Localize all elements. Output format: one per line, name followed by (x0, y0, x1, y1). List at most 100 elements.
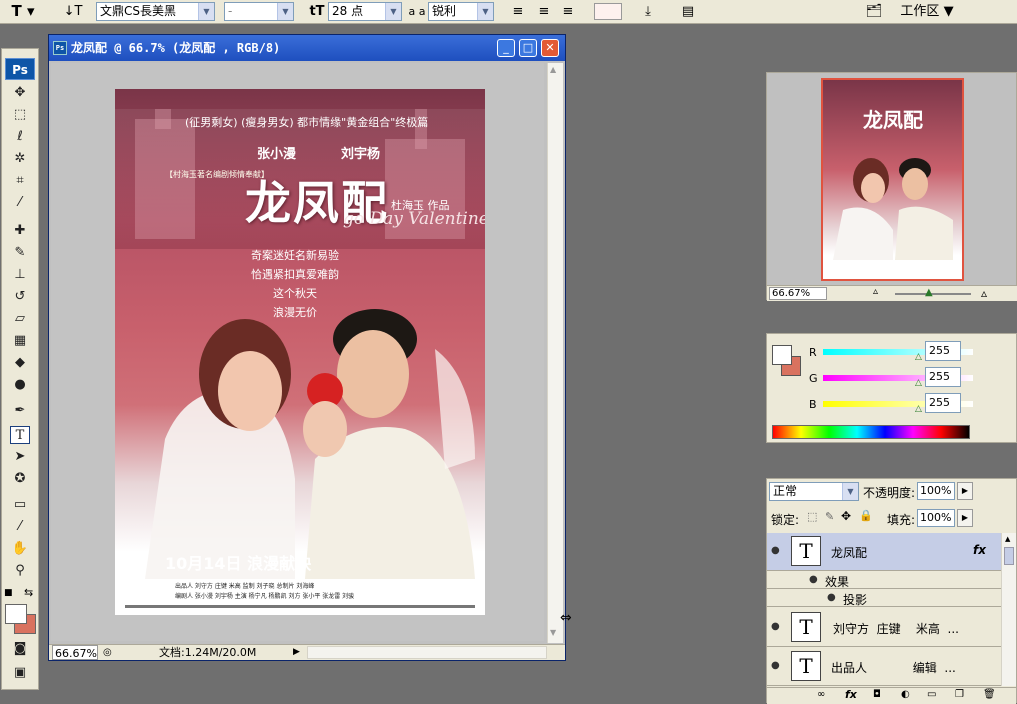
lock-pixels-icon[interactable]: ✎ (825, 510, 834, 523)
poster-canvas[interactable]: (征男剩女) (瘦身男女) 都市情缘"黄金组合"终极篇 张小漫 刘宇杨 【村海玉… (115, 89, 485, 615)
palettes-icon[interactable]: ▤ (678, 2, 698, 21)
visibility-eye-icon[interactable]: ● (771, 545, 780, 556)
minimize-button[interactable]: _ (497, 39, 515, 57)
opacity-arrow-icon[interactable]: ▶ (957, 482, 973, 500)
layer-effects-icon[interactable]: fx (973, 543, 986, 557)
add-mask-icon[interactable]: ◘ (873, 689, 881, 700)
zoom-slider-thumb[interactable]: ▲ (925, 287, 933, 298)
foreground-color-swatch[interactable] (5, 604, 27, 624)
magic-wand-tool-icon[interactable]: ✲ (10, 150, 30, 168)
blur-tool-icon[interactable]: ◆ (10, 354, 30, 372)
font-family-select[interactable]: 文鼎CS長美黑 ▼ (96, 2, 215, 21)
status-arrow-icon[interactable]: ▶ (293, 645, 300, 660)
layers-scrollbar[interactable]: ▲ (1001, 533, 1016, 686)
align-right-icon[interactable]: ≡ (558, 2, 578, 21)
font-style-select[interactable]: - ▼ (224, 2, 294, 21)
lasso-tool-icon[interactable]: ℓ (10, 128, 30, 146)
document-title-bar[interactable]: Ps 龙凤配 @ 66.7% (龙凤配 , RGB/8) (49, 35, 565, 61)
crop-tool-icon[interactable]: ⌗ (10, 172, 30, 190)
scroll-down-icon[interactable]: ▼ (550, 628, 556, 637)
text-color-swatch[interactable] (594, 3, 622, 20)
zoom-in-icon[interactable]: ▵ (981, 286, 987, 300)
warp-text-icon[interactable]: ⤓ (638, 2, 658, 21)
delete-layer-icon[interactable]: 🗑 (983, 689, 996, 700)
close-button[interactable]: ✕ (541, 39, 559, 57)
r-slider-thumb[interactable]: △ (915, 352, 922, 362)
layer-row[interactable]: ● T 刘守方 庄键 米高 ... (767, 609, 1001, 647)
font-size-select[interactable]: 28 点 ▼ (328, 2, 402, 21)
fill-input[interactable]: 100% (917, 509, 955, 527)
align-left-icon[interactable]: ≡ (508, 2, 528, 21)
align-center-icon[interactable]: ≡ (534, 2, 554, 21)
visibility-eye-icon[interactable]: ● (771, 621, 780, 632)
visibility-eye-icon[interactable]: ● (827, 592, 836, 603)
visibility-eye-icon[interactable]: ● (771, 660, 780, 671)
ps-logo[interactable]: Ps (5, 58, 35, 80)
blend-mode-select[interactable]: 正常 ▼ (769, 482, 859, 501)
text-orientation-icon[interactable]: ↓T (62, 2, 84, 21)
visibility-eye-icon[interactable]: ● (809, 574, 818, 585)
opacity-input[interactable]: 100% (917, 482, 955, 500)
quick-mask-icon[interactable]: ◙ (10, 640, 30, 658)
slice-tool-icon[interactable]: ⁄ (10, 194, 30, 212)
navigator-zoom-slider[interactable] (895, 293, 971, 295)
healing-brush-tool-icon[interactable]: ✚ (10, 222, 30, 240)
new-group-icon[interactable]: ▭ (927, 689, 936, 700)
navigator-thumbnail[interactable]: 龙凤配 (821, 78, 964, 281)
r-label: R (809, 346, 817, 359)
g-value-input[interactable]: 255 (925, 367, 961, 387)
swap-colors-icon[interactable]: ⇆ (24, 586, 33, 599)
eyedropper-tool-icon[interactable]: ⁄ (10, 518, 30, 536)
shape-tool-icon[interactable]: ✪ (10, 470, 30, 488)
adjustment-layer-icon[interactable]: ◐ (901, 689, 910, 700)
layers-scroll-thumb[interactable] (1004, 547, 1014, 565)
g-slider-thumb[interactable]: △ (915, 378, 922, 388)
new-layer-icon[interactable]: ❐ (955, 689, 964, 700)
horizontal-scrollbar[interactable] (307, 646, 547, 659)
layer-row[interactable]: ● T 龙凤配 fx (767, 533, 1001, 571)
lock-position-icon[interactable]: ✥ (841, 509, 851, 523)
dodge-tool-icon[interactable]: ● (10, 376, 30, 394)
add-style-icon[interactable]: fx (845, 688, 857, 701)
workspace-menu[interactable]: 工作区 ▼ (896, 2, 958, 21)
zoom-tool-icon[interactable]: ⚲ (10, 562, 30, 580)
scroll-up-icon[interactable]: ▲ (1005, 535, 1010, 543)
layer-effect-row[interactable]: ● 投影 (767, 589, 1001, 607)
move-tool-icon[interactable]: ✥ (10, 84, 30, 102)
navigator-zoom-field[interactable]: 66.67% (769, 287, 827, 300)
zoom-out-icon[interactable]: ▵ (873, 286, 878, 297)
screen-mode-icon[interactable]: ▣ (10, 664, 30, 682)
pen-tool-icon[interactable]: ✒ (10, 402, 30, 420)
brush-tool-icon[interactable]: ✎ (10, 244, 30, 262)
type-tool-icon[interactable]: T (10, 426, 30, 444)
path-selection-tool-icon[interactable]: ➤ (10, 448, 30, 466)
gradient-tool-icon[interactable]: ▦ (10, 332, 30, 350)
zoom-field[interactable]: 66.67% (52, 645, 98, 660)
vertical-scrollbar[interactable]: ▲ ▼ (547, 63, 563, 643)
eraser-tool-icon[interactable]: ▱ (10, 310, 30, 328)
color-foreground-swatch[interactable] (772, 345, 792, 365)
lock-all-icon[interactable]: 🔒 (859, 509, 873, 522)
type-tool-icon[interactable]: T ▾ (8, 2, 38, 21)
b-value-input[interactable]: 255 (925, 393, 961, 413)
scroll-up-icon[interactable]: ▲ (550, 65, 556, 74)
marquee-tool-icon[interactable]: ⬚ (10, 106, 30, 124)
antialias-select[interactable]: 锐利 ▼ (428, 2, 494, 21)
layer-row[interactable]: ● T 出品人 编辑 ... (767, 648, 1001, 686)
r-value-input[interactable]: 255 (925, 341, 961, 361)
fill-arrow-icon[interactable]: ▶ (957, 509, 973, 527)
link-layers-icon[interactable]: ∞ (817, 689, 825, 700)
lock-transparency-icon[interactable]: ⬚ (807, 510, 817, 523)
maximize-button[interactable]: □ (519, 39, 537, 57)
file-browser-icon[interactable]: 🗂 (862, 2, 886, 21)
notes-tool-icon[interactable]: ▭ (10, 496, 30, 514)
antialias-icon: a a (408, 5, 426, 18)
layer-effect-row[interactable]: ● 效果 (767, 571, 1001, 589)
status-menu-icon[interactable]: ◎ (103, 645, 112, 660)
color-spectrum-ramp[interactable] (772, 425, 970, 439)
hand-tool-icon[interactable]: ✋ (10, 540, 30, 558)
b-slider-thumb[interactable]: △ (915, 404, 922, 414)
default-colors-icon[interactable]: ■ (4, 588, 13, 598)
history-brush-tool-icon[interactable]: ↺ (10, 288, 30, 306)
clone-stamp-tool-icon[interactable]: ⊥ (10, 266, 30, 284)
